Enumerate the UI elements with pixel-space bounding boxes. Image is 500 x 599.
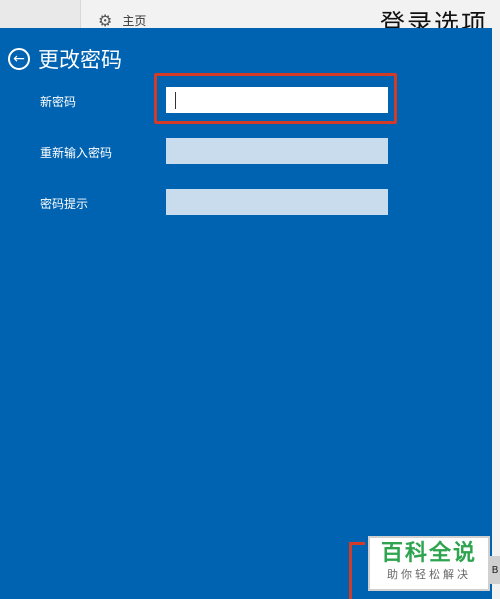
- dialog-title: 更改密码: [38, 48, 122, 72]
- reenter-password-label: 重新输入密码: [40, 146, 113, 160]
- password-hint-field[interactable]: [166, 189, 388, 215]
- dialog-header: ← 更改密码: [8, 44, 122, 74]
- new-password-label: 新密码: [40, 95, 77, 109]
- back-arrow-icon[interactable]: ←: [8, 48, 30, 70]
- home-label: 主页: [122, 14, 147, 28]
- next-button-edge[interactable]: B: [490, 556, 500, 584]
- window-edge: [492, 0, 500, 599]
- password-hint-label: 密码提示: [40, 197, 89, 211]
- change-password-dialog: ← 更改密码 新密码 重新输入密码 密码提示: [0, 28, 492, 599]
- new-password-highlight: [154, 73, 397, 124]
- gear-icon: ⚙: [98, 10, 113, 30]
- watermark-main-text: 百科全说: [380, 541, 477, 566]
- settings-nav-panel: [0, 0, 81, 28]
- watermark-logo: 百科全说 助你轻松解决: [368, 536, 490, 591]
- watermark-sub-text: 助你轻松解决: [387, 568, 471, 581]
- reenter-password-field[interactable]: [166, 138, 388, 164]
- home-nav-item[interactable]: ⚙ 主页: [98, 12, 146, 29]
- next-button-highlight: [349, 542, 365, 599]
